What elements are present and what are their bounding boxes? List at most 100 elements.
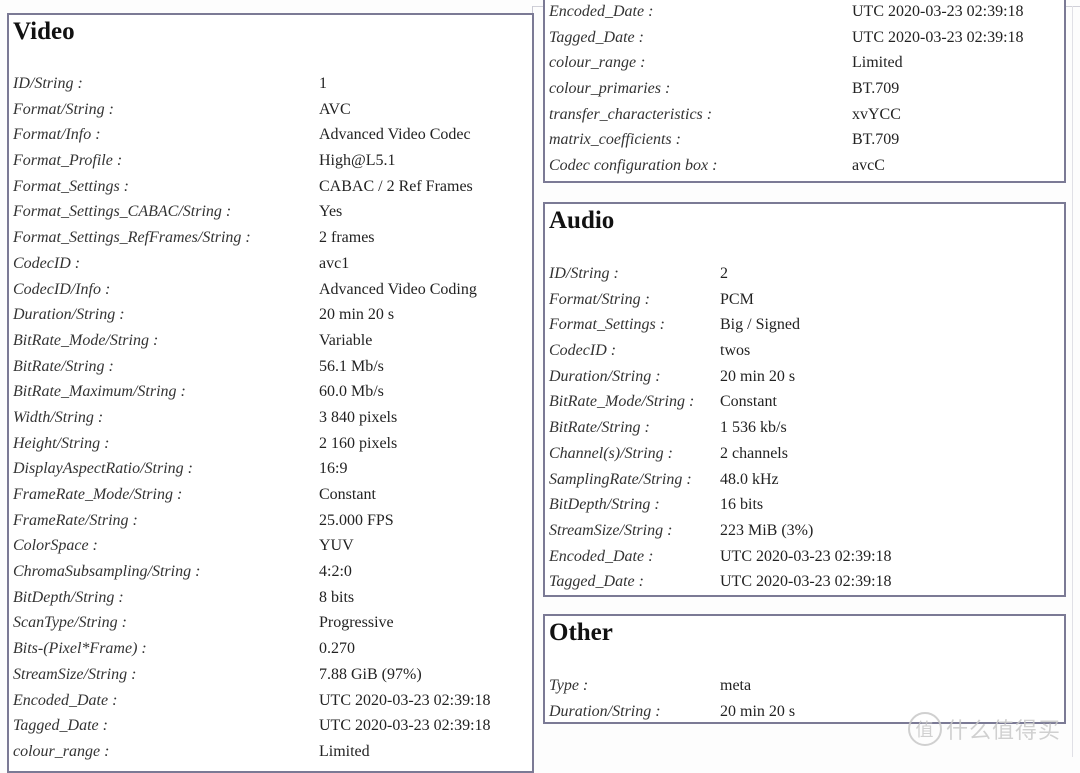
- property-value: Constant: [720, 393, 777, 411]
- property-value: Big / Signed: [720, 316, 801, 334]
- property-value: UTC 2020-03-23 02:39:18: [852, 28, 1024, 46]
- property-key: Codec configuration box :: [549, 157, 718, 175]
- audio-section-title: Audio: [549, 207, 615, 234]
- property-row: BitRate/String : 56.1 Mb/s: [13, 354, 384, 380]
- property-row: Channel(s)/String : 2 channels: [549, 441, 788, 467]
- property-key: Bits-(Pixel*Frame) :: [13, 640, 147, 658]
- video-continued-properties-list: Encoded_Date : UTC 2020-03-23 02:39:18 Tag…: [549, 0, 1024, 179]
- property-value: avc1: [319, 254, 350, 272]
- property-row: BitRate_Mode/String : Variable: [13, 328, 372, 354]
- property-row: ID/String : 1: [13, 71, 327, 97]
- property-key: Duration/String :: [549, 702, 661, 720]
- property-row: Tagged_Date : UTC 2020-03-23 02:39:18: [13, 713, 491, 739]
- property-row: FrameRate/String : 25.000 FPS: [13, 508, 394, 534]
- property-key: Duration/String :: [13, 306, 125, 324]
- property-value: 56.1 Mb/s: [319, 357, 384, 375]
- property-value: AVC: [319, 100, 351, 118]
- property-value: UTC 2020-03-23 02:39:18: [720, 547, 892, 565]
- property-value: xvYCC: [852, 105, 901, 123]
- property-key: Format/Info :: [13, 126, 101, 144]
- property-key: StreamSize/String :: [549, 521, 673, 539]
- property-row: Encoded_Date : UTC 2020-03-23 02:39:18: [13, 688, 491, 714]
- property-key: ID/String :: [549, 265, 619, 282]
- property-row: Duration/String : 20 min 20 s: [13, 302, 394, 328]
- property-row: Encoded_Date : UTC 2020-03-23 02:39:18: [549, 0, 1024, 25]
- property-value: CABAC / 2 Ref Frames: [319, 177, 473, 195]
- property-row: transfer_characteristics : xvYCC: [549, 102, 901, 128]
- property-value: 2 frames: [319, 229, 375, 247]
- property-value: YUV: [319, 537, 354, 555]
- property-value: twos: [720, 342, 751, 360]
- other-properties-list: Type : meta Duration/String : 20 min 20 s: [549, 673, 795, 725]
- watermark-logo-icon: 值: [908, 712, 942, 746]
- property-row: Format_Profile : High@L5.1: [13, 148, 396, 174]
- property-value: Advanced Video Codec: [319, 126, 471, 144]
- property-row: CodecID : avc1: [13, 251, 349, 277]
- property-row: ChromaSubsampling/String : 4:2:0: [13, 559, 352, 585]
- property-key: CodecID :: [13, 254, 81, 272]
- property-value: meta: [720, 677, 752, 694]
- property-key: Format_Profile :: [13, 152, 123, 170]
- audio-section: Audio ID/String :2 Format/String : PCM Form…: [543, 202, 1066, 597]
- property-row: Format_Settings_RefFrames/String : 2 fram…: [13, 225, 375, 251]
- property-key: Format_Settings :: [13, 177, 129, 195]
- property-value: 4:2:0: [319, 563, 352, 581]
- video-properties-list: ID/String : 1 Format/String : AVC Format/Inf…: [13, 71, 491, 765]
- property-key: Encoded_Date :: [549, 3, 654, 20]
- property-row: Height/String : 2 160 pixels: [13, 431, 397, 457]
- property-value: Variable: [319, 331, 373, 349]
- property-value: Advanced Video Coding: [319, 280, 477, 298]
- property-value: 8 bits: [319, 588, 355, 606]
- property-value: 20 min 20 s: [720, 702, 796, 720]
- property-value: Yes: [319, 203, 343, 221]
- property-value: 16 bits: [720, 496, 764, 514]
- property-row: Format/String : PCM: [549, 287, 754, 313]
- property-key: BitRate_Maximum/String :: [13, 383, 186, 401]
- property-row: BitRate_Maximum/String : 60.0 Mb/s: [13, 379, 384, 405]
- property-key: Type :: [549, 677, 589, 694]
- property-key: DisplayAspectRatio/String :: [13, 460, 193, 478]
- property-row: Format_Settings : CABAC / 2 Ref Frames: [13, 174, 473, 200]
- property-value: 60.0 Mb/s: [319, 383, 384, 401]
- property-row: BitRate/String : 1 536 kb/s: [549, 415, 787, 441]
- property-row: colour_range : Limited: [549, 50, 903, 76]
- property-key: FrameRate/String :: [13, 511, 138, 529]
- property-value: 1 536 kb/s: [720, 419, 787, 437]
- watermark: 值 什么值得买: [908, 712, 1061, 746]
- property-row: CodecID : twos: [549, 338, 750, 364]
- property-key: Format_Settings_CABAC/String :: [13, 203, 232, 221]
- property-row: Tagged_Date : UTC 2020-03-23 02:39:18: [549, 25, 1024, 51]
- property-key: CodecID/Info :: [13, 280, 111, 298]
- property-value: 0.270: [319, 640, 355, 658]
- property-value: 7.88 GiB (97%): [319, 665, 422, 683]
- property-key: BitRate/String :: [549, 419, 650, 437]
- watermark-text: 什么值得买: [946, 719, 1062, 744]
- property-row: SamplingRate/String : 48.0 kHz: [549, 467, 779, 493]
- property-value: Progressive: [319, 614, 394, 632]
- property-key: CodecID :: [549, 342, 617, 360]
- property-row: Format_Settings : Big / Signed: [549, 312, 800, 338]
- property-row: Duration/String : 20 min 20 s: [549, 699, 795, 725]
- property-row: BitDepth/String : 16 bits: [549, 492, 763, 518]
- property-row: colour_range : Limited: [13, 739, 370, 765]
- property-row: BitRate_Mode/String : Constant: [549, 389, 777, 415]
- other-section: Other Type : meta Duration/String : 20 min …: [543, 614, 1066, 724]
- property-row: StreamSize/String : 7.88 GiB (97%): [13, 662, 422, 688]
- property-row: Format/Info : Advanced Video Codec: [13, 122, 471, 148]
- property-key: ChromaSubsampling/String :: [13, 563, 201, 581]
- property-key: Channel(s)/String :: [549, 444, 673, 462]
- property-key: StreamSize/String :: [13, 665, 137, 683]
- property-value: 20 min 20 s: [720, 367, 796, 385]
- property-value: avcC: [852, 157, 885, 175]
- property-key: Width/String :: [13, 408, 104, 426]
- property-row: Codec configuration box : avcC: [549, 153, 885, 179]
- property-key: colour_range :: [13, 742, 110, 760]
- property-key: Tagged_Date :: [13, 717, 108, 735]
- property-key: BitRate/String :: [13, 357, 114, 375]
- property-row: BitDepth/String : 8 bits: [13, 585, 354, 611]
- property-row: Tagged_Date : UTC 2020-03-23 02:39:18: [549, 569, 892, 595]
- property-key: BitRate_Mode/String :: [13, 331, 159, 349]
- property-row: Format_Settings_CABAC/String : Yes: [13, 199, 342, 225]
- property-value: BT.709: [852, 131, 900, 149]
- property-value: UTC 2020-03-23 02:39:18: [319, 691, 491, 709]
